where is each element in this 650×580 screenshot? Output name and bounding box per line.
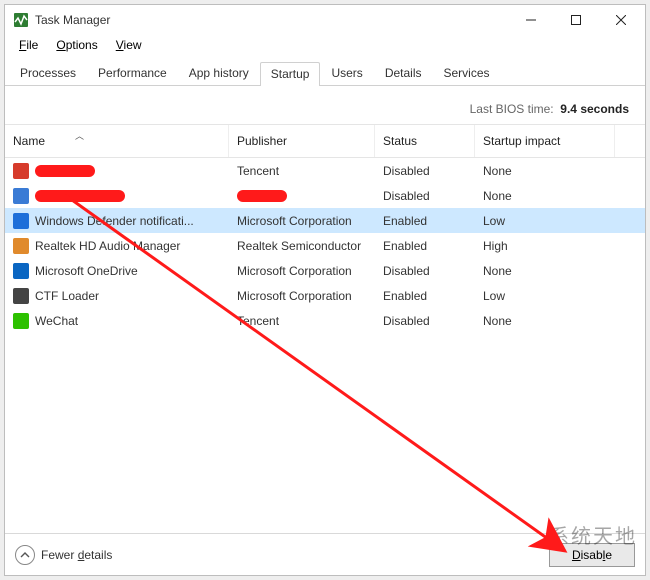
table-row[interactable]: DisabledNone bbox=[5, 183, 645, 208]
cell-name: Realtek HD Audio Manager bbox=[5, 238, 229, 254]
cell-status: Disabled bbox=[375, 164, 475, 178]
cell-publisher: Tencent bbox=[229, 164, 375, 178]
menubar: FFileile OptionsOptions ViewView bbox=[5, 35, 645, 55]
cell-status: Enabled bbox=[375, 214, 475, 228]
app-icon bbox=[13, 313, 29, 329]
tab-performance[interactable]: Performance bbox=[87, 61, 178, 85]
close-button[interactable] bbox=[598, 5, 643, 35]
redacted-text bbox=[237, 190, 287, 202]
cell-publisher: Microsoft Corporation bbox=[229, 289, 375, 303]
cell-impact: None bbox=[475, 264, 615, 278]
app-icon bbox=[13, 238, 29, 254]
app-icon bbox=[13, 163, 29, 179]
tab-startup[interactable]: Startup bbox=[260, 62, 321, 86]
app-name: CTF Loader bbox=[35, 289, 99, 303]
cell-publisher: Microsoft Corporation bbox=[229, 264, 375, 278]
cell-name: Microsoft OneDrive bbox=[5, 263, 229, 279]
header-status[interactable]: Status bbox=[375, 125, 475, 157]
app-icon bbox=[13, 288, 29, 304]
cell-name: Windows Defender notificati... bbox=[5, 213, 229, 229]
maximize-button[interactable] bbox=[553, 5, 598, 35]
app-name: WeChat bbox=[35, 314, 78, 328]
window-title: Task Manager bbox=[35, 13, 508, 27]
menu-view[interactable]: ViewView bbox=[108, 36, 150, 54]
tab-bar: Processes Performance App history Startu… bbox=[5, 55, 645, 86]
table-row[interactable]: Microsoft OneDrive Microsoft CorporationD… bbox=[5, 258, 645, 283]
menu-file[interactable]: FFileile bbox=[11, 36, 46, 54]
app-name: Windows Defender notificati... bbox=[35, 214, 194, 228]
startup-grid: Name ︿ Publisher Status Startup impact T… bbox=[5, 124, 645, 533]
table-row[interactable]: Realtek HD Audio Manager Realtek Semicond… bbox=[5, 233, 645, 258]
close-icon bbox=[616, 15, 626, 25]
cell-impact: None bbox=[475, 189, 615, 203]
minimize-icon bbox=[526, 15, 536, 25]
cell-status: Disabled bbox=[375, 314, 475, 328]
tab-details[interactable]: Details bbox=[374, 61, 433, 85]
cell-impact: None bbox=[475, 164, 615, 178]
cell-publisher: Tencent bbox=[229, 314, 375, 328]
task-manager-icon bbox=[13, 12, 29, 28]
rows-container: TencentDisabledNoneDisabledNoneWindows D… bbox=[5, 158, 645, 333]
bios-time-label: Last BIOS time: bbox=[470, 102, 554, 116]
header-publisher[interactable]: Publisher bbox=[229, 125, 375, 157]
cell-name: WeChat bbox=[5, 313, 229, 329]
minimize-button[interactable] bbox=[508, 5, 553, 35]
table-row[interactable]: TencentDisabledNone bbox=[5, 158, 645, 183]
task-manager-window: Task Manager FFileile OptionsOptions Vie… bbox=[4, 4, 646, 576]
cell-name: CTF Loader bbox=[5, 288, 229, 304]
cell-status: Disabled bbox=[375, 264, 475, 278]
cell-status: Enabled bbox=[375, 239, 475, 253]
table-row[interactable]: WeChat TencentDisabledNone bbox=[5, 308, 645, 333]
table-row[interactable]: CTF Loader Microsoft CorporationEnabledLo… bbox=[5, 283, 645, 308]
app-name: Microsoft OneDrive bbox=[35, 264, 138, 278]
tab-users[interactable]: Users bbox=[320, 61, 373, 85]
tab-services[interactable]: Services bbox=[433, 61, 501, 85]
cell-status: Disabled bbox=[375, 189, 475, 203]
bios-time: Last BIOS time: 9.4 seconds bbox=[5, 86, 645, 124]
app-icon bbox=[13, 213, 29, 229]
sort-ascending-icon: ︿ bbox=[75, 129, 84, 142]
cell-publisher: Realtek Semiconductor bbox=[229, 239, 375, 253]
cell-publisher: Microsoft Corporation bbox=[229, 214, 375, 228]
fewer-details-toggle[interactable]: Fewer details Fewer details bbox=[15, 545, 112, 565]
table-row[interactable]: Windows Defender notificati... Microsoft … bbox=[5, 208, 645, 233]
header-name[interactable]: Name ︿ bbox=[5, 125, 229, 157]
redacted-text bbox=[35, 165, 95, 177]
cell-impact: High bbox=[475, 239, 615, 253]
cell-status: Enabled bbox=[375, 289, 475, 303]
bios-time-value: 9.4 seconds bbox=[560, 102, 629, 116]
cell-name bbox=[5, 163, 229, 179]
tab-app-history[interactable]: App history bbox=[178, 61, 260, 85]
cell-name bbox=[5, 188, 229, 204]
titlebar[interactable]: Task Manager bbox=[5, 5, 645, 35]
cell-impact: None bbox=[475, 314, 615, 328]
maximize-icon bbox=[571, 15, 581, 25]
disable-button[interactable]: DisableDisable bbox=[549, 543, 635, 567]
cell-publisher bbox=[229, 190, 375, 202]
header-startup-impact[interactable]: Startup impact bbox=[475, 125, 615, 157]
footer-bar: Fewer details Fewer details DisableDisab… bbox=[5, 533, 645, 575]
menu-options[interactable]: OptionsOptions bbox=[48, 36, 105, 54]
column-headers: Name ︿ Publisher Status Startup impact bbox=[5, 124, 645, 158]
cell-impact: Low bbox=[475, 289, 615, 303]
chevron-up-icon bbox=[15, 545, 35, 565]
app-icon bbox=[13, 263, 29, 279]
app-icon bbox=[13, 188, 29, 204]
redacted-text bbox=[35, 190, 125, 202]
tab-processes[interactable]: Processes bbox=[9, 61, 87, 85]
app-name: Realtek HD Audio Manager bbox=[35, 239, 180, 253]
cell-impact: Low bbox=[475, 214, 615, 228]
